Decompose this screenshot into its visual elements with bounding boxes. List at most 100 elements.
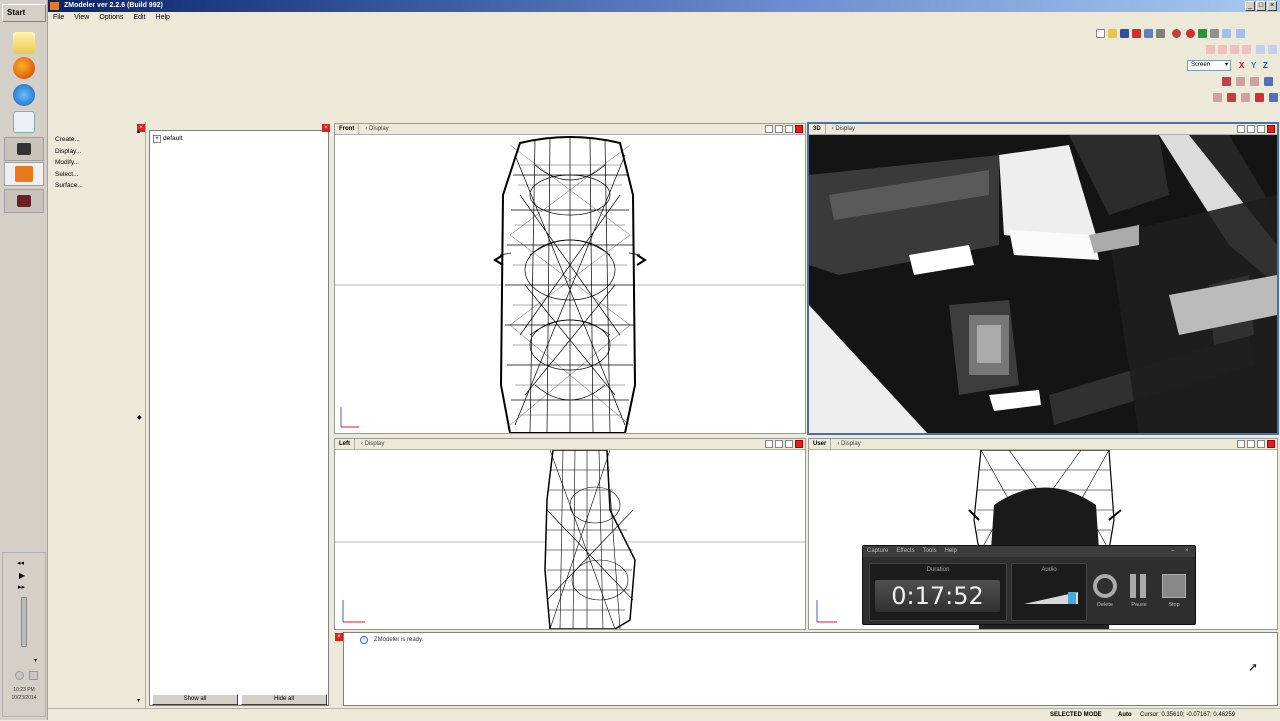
maximize-viewport-icon[interactable] (785, 440, 793, 448)
view-top-icon[interactable] (1256, 45, 1265, 54)
viewport-name[interactable]: Front (335, 124, 360, 135)
audio-level-icon[interactable] (1024, 590, 1078, 606)
menu-options[interactable]: Options (94, 12, 128, 24)
rec-menu-help[interactable]: Help (945, 548, 957, 554)
stop-button[interactable]: Stop (1159, 602, 1189, 608)
close-viewport-icon[interactable] (795, 440, 803, 448)
scroll-down-icon[interactable]: ▾ (137, 697, 140, 704)
import-icon[interactable] (1144, 29, 1153, 38)
maximize-viewport-icon[interactable] (785, 125, 793, 133)
rec-minimize-icon[interactable]: – (1171, 546, 1174, 557)
viewport-front[interactable]: Front ‹ Display (334, 123, 806, 434)
expand-icon[interactable]: + (153, 135, 161, 143)
texture-icon[interactable] (1198, 29, 1207, 38)
close-button[interactable]: × (1267, 1, 1277, 11)
play-icon[interactable]: ▶ (19, 571, 25, 580)
view-back-icon[interactable] (1218, 45, 1227, 54)
view-front-icon[interactable] (1206, 45, 1215, 54)
viewport-name[interactable]: User (809, 439, 832, 450)
zoom-icon[interactable] (765, 440, 773, 448)
pin-icon[interactable] (1269, 93, 1278, 102)
menu-view[interactable]: View (69, 12, 94, 24)
menu-help[interactable]: Help (151, 12, 175, 24)
scale-icon[interactable] (1264, 77, 1273, 86)
delete-button[interactable]: Delete (1090, 602, 1120, 608)
zoom-icon[interactable] (1237, 125, 1245, 133)
viewport-3d[interactable]: 3D ‹ Display (807, 122, 1279, 435)
app-icon[interactable] (50, 2, 59, 10)
filter-icon[interactable] (1255, 93, 1264, 102)
snap-icon[interactable] (1213, 93, 1222, 102)
taskbar-app-3[interactable] (4, 189, 44, 213)
lock-icon[interactable] (1241, 93, 1250, 102)
taskbar-app-1[interactable] (4, 137, 44, 161)
resize-handle-icon[interactable]: ◆ (137, 414, 142, 421)
delete-icon[interactable] (1093, 574, 1117, 598)
cmd-display[interactable]: Display... (50, 146, 145, 158)
viewport-canvas[interactable] (335, 135, 805, 433)
magnet-icon[interactable] (1227, 93, 1236, 102)
delete-icon[interactable] (1132, 29, 1141, 38)
clock[interactable]: 10:23 PM 10/23/2014 (4, 686, 44, 702)
tree-root-node[interactable]: default (163, 135, 183, 142)
taskbar-app-zmodeler[interactable] (4, 162, 44, 186)
internet-explorer-icon[interactable] (13, 84, 35, 106)
material-icon[interactable] (1172, 29, 1181, 38)
render-icon[interactable] (1186, 29, 1195, 38)
menu-file[interactable]: File (48, 12, 69, 24)
hide-all-button[interactable]: Hide all (241, 694, 327, 705)
volume-slider[interactable] (21, 597, 27, 647)
forward-icon[interactable]: ▸▸ (18, 583, 25, 591)
window-icon[interactable] (13, 111, 35, 133)
tree-close-icon[interactable]: × (322, 124, 330, 132)
zoom-icon[interactable] (1237, 440, 1245, 448)
axis-z-icon[interactable]: Z (1263, 61, 1268, 70)
pan-icon[interactable] (775, 440, 783, 448)
window-icon[interactable] (1236, 29, 1245, 38)
stop-icon[interactable] (1162, 574, 1186, 598)
select-icon[interactable] (1222, 77, 1231, 86)
start-button[interactable]: Start (2, 4, 46, 22)
coordinate-system-select[interactable]: Screen ▾ (1187, 60, 1231, 71)
firefox-icon[interactable] (13, 57, 35, 79)
status-auto[interactable]: Auto (1118, 709, 1132, 721)
move-icon[interactable] (1236, 77, 1245, 86)
rec-menu-capture[interactable]: Capture (867, 548, 888, 554)
rec-menu-tools[interactable]: Tools (923, 548, 937, 554)
display-menu[interactable]: ‹ Display (359, 124, 394, 135)
log-close-icon[interactable]: × (335, 633, 343, 641)
cmd-surface[interactable]: Surface... (50, 180, 145, 192)
view-left-icon[interactable] (1230, 45, 1239, 54)
cmd-create[interactable]: Create... (50, 134, 145, 146)
pause-button[interactable]: Pause (1124, 602, 1154, 608)
save-icon[interactable] (1120, 29, 1129, 38)
tray-icon-1[interactable] (15, 671, 24, 680)
pan-icon[interactable] (1247, 440, 1255, 448)
view-user-icon[interactable] (1268, 45, 1277, 54)
viewport-left[interactable]: Left ‹ Display (334, 438, 806, 630)
cmd-select[interactable]: Select... (50, 169, 145, 181)
tray-expand-icon[interactable]: ▾ (34, 657, 37, 664)
close-viewport-icon[interactable] (795, 125, 803, 133)
tray-icon-2[interactable] (29, 671, 38, 680)
maximize-viewport-icon[interactable] (1257, 440, 1265, 448)
copy-icon[interactable] (1222, 29, 1231, 38)
show-all-button[interactable]: Show all (152, 694, 238, 705)
viewport-canvas[interactable] (335, 449, 805, 629)
viewport-canvas[interactable] (809, 135, 1277, 433)
close-viewport-icon[interactable] (1267, 125, 1275, 133)
axis-x-icon[interactable]: X (1239, 61, 1244, 70)
maximize-button[interactable]: □ (1256, 1, 1266, 11)
display-menu[interactable]: ‹ Display (826, 124, 861, 135)
close-viewport-icon[interactable] (1267, 440, 1275, 448)
view-right-icon[interactable] (1242, 45, 1251, 54)
axis-y-icon[interactable]: Y (1251, 61, 1256, 70)
viewport-name[interactable]: Left (335, 439, 355, 450)
display-menu[interactable]: ‹ Display (355, 439, 390, 450)
pause-icon-bar-right[interactable] (1140, 574, 1146, 598)
undo-icon[interactable] (1210, 29, 1219, 38)
settings-icon[interactable] (1156, 29, 1165, 38)
rotate-icon[interactable] (1250, 77, 1259, 86)
cmd-modify[interactable]: Modify... (50, 157, 145, 169)
scroll-up-icon[interactable]: ▴ (137, 128, 140, 135)
